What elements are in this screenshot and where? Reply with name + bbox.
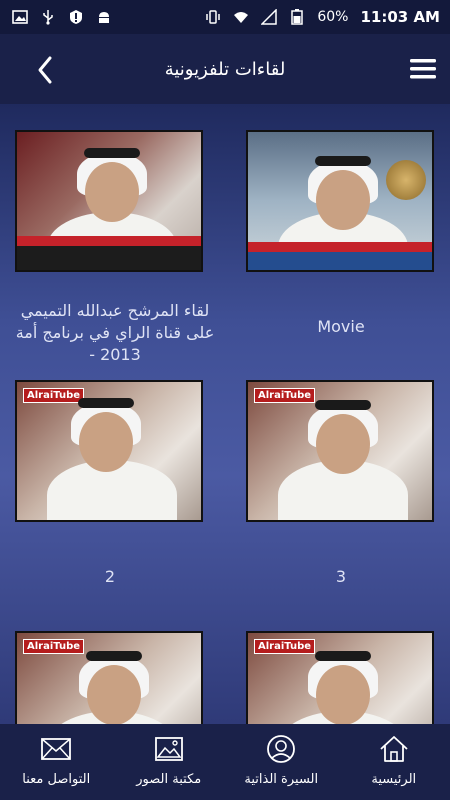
vibrate-icon — [205, 9, 221, 25]
video-item[interactable]: AlraiTube — [246, 631, 436, 724]
video-grid: Movie لقاء المرشح عبدالله التميمي على قن… — [0, 104, 450, 724]
video-thumbnail[interactable]: AlraiTube — [15, 380, 203, 522]
chevron-left-icon — [38, 56, 52, 84]
nav-profile-label: السيرة الذاتية — [244, 772, 319, 787]
nav-contact-label: التواصل معنا — [22, 772, 91, 787]
video-thumbnail[interactable]: AlraiTube — [15, 631, 203, 724]
nav-home[interactable]: الرئيسية — [338, 724, 450, 800]
clock: 11:03 AM — [360, 8, 440, 26]
profile-icon — [267, 735, 296, 763]
app-bar: لقاءات تلفزيونية — [0, 34, 450, 104]
video-item[interactable]: AlraiTube 3 — [246, 380, 436, 588]
nav-home-label: الرئيسية — [371, 772, 417, 787]
video-thumbnail[interactable] — [15, 130, 203, 272]
video-caption[interactable]: 2 — [15, 566, 205, 588]
nav-profile[interactable]: السيرة الذاتية — [225, 724, 338, 800]
video-thumbnail[interactable] — [246, 130, 434, 272]
gallery-icon — [154, 737, 183, 761]
status-left-icons — [12, 9, 112, 25]
bottom-nav: الرئيسية السيرة الذاتية مكتبة الصور التو… — [0, 724, 450, 800]
status-right-icons: 60% 11:03 AM — [205, 8, 440, 26]
alraitube-logo: AlraiTube — [23, 388, 85, 403]
video-caption[interactable]: Movie — [246, 316, 436, 338]
menu-button[interactable] — [408, 54, 438, 84]
nav-contact[interactable]: التواصل معنا — [0, 724, 113, 800]
alraitube-logo: AlraiTube — [254, 388, 316, 403]
alraitube-logo: AlraiTube — [254, 639, 316, 654]
video-item[interactable]: Movie — [246, 130, 436, 338]
back-button[interactable] — [30, 54, 62, 86]
video-caption[interactable]: لقاء المرشح عبدالله التميمي على قناة الر… — [15, 300, 215, 366]
hamburger-menu-icon — [410, 59, 436, 79]
video-item[interactable]: لقاء المرشح عبدالله التميمي على قناة الر… — [15, 130, 215, 366]
mail-icon — [41, 738, 72, 760]
home-icon — [380, 736, 408, 762]
page-title: لقاءات تلفزيونية — [164, 58, 286, 80]
battery-icon — [289, 9, 305, 25]
usb-icon — [40, 9, 56, 25]
gramophone-image — [386, 160, 426, 200]
wifi-icon — [233, 9, 249, 25]
status-bar: 60% 11:03 AM — [0, 0, 450, 34]
video-thumbnail[interactable]: AlraiTube — [246, 631, 434, 724]
nav-gallery-label: مكتبة الصور — [136, 772, 202, 787]
video-item[interactable]: AlraiTube — [15, 631, 205, 724]
signal-icon — [261, 9, 278, 25]
android-icon — [96, 9, 112, 25]
video-item[interactable]: AlraiTube 2 — [15, 380, 205, 588]
battery-percent: 60% — [317, 9, 349, 25]
video-caption[interactable]: 3 — [246, 566, 436, 588]
alraitube-logo: AlraiTube — [23, 639, 85, 654]
video-thumbnail[interactable]: AlraiTube — [246, 380, 434, 522]
image-icon — [12, 9, 28, 25]
alert-icon — [68, 9, 84, 25]
nav-gallery[interactable]: مكتبة الصور — [113, 724, 226, 800]
